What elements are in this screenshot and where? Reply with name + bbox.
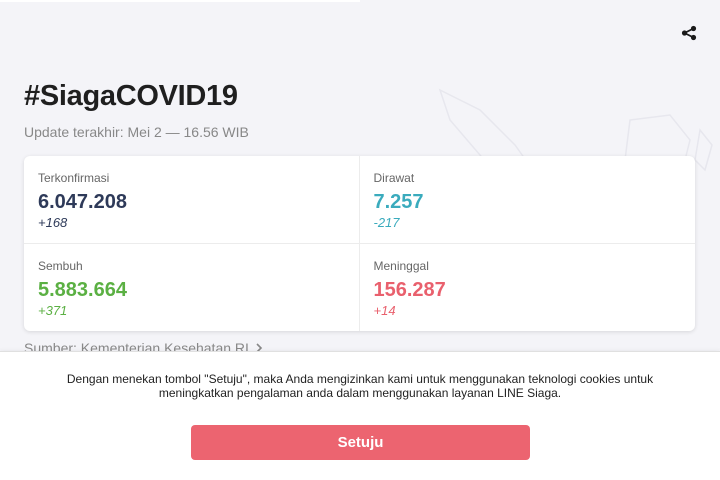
top-strip: [0, 0, 360, 2]
last-updated-text: Update terakhir: Mei 2 — 16.56 WIB: [24, 124, 249, 140]
page-title: #SiagaCOVID19: [24, 80, 238, 112]
stat-value: 5.883.664: [38, 278, 127, 301]
stat-confirmed: Terkonfirmasi 6.047.208 +168: [24, 156, 360, 244]
agree-button[interactable]: Setuju: [191, 425, 530, 460]
stat-label: Sembuh: [38, 258, 83, 273]
stat-delta: +168: [38, 215, 68, 230]
stat-value: 156.287: [373, 278, 446, 301]
share-icon: [681, 25, 697, 41]
stat-delta: +371: [38, 302, 68, 318]
stat-value: 6.047.208: [38, 191, 127, 213]
stat-deaths: Meninggal 156.287 +14: [360, 244, 696, 332]
cookie-consent-banner: Dengan menekan tombol "Setuju", maka And…: [0, 351, 720, 480]
stat-treated: Dirawat 7.257 -217: [359, 156, 695, 244]
stat-recovered: Sembuh 5.883.664 +371: [24, 243, 360, 331]
consent-text: Dengan menekan tombol "Setuju", maka And…: [66, 372, 654, 400]
share-button[interactable]: [680, 24, 698, 42]
stat-delta: +14: [373, 302, 396, 318]
stat-label: Dirawat: [373, 171, 415, 185]
stats-card: Terkonfirmasi 6.047.208 +168 Dirawat 7.2…: [24, 156, 695, 331]
stat-label: Terkonfirmasi: [38, 171, 110, 185]
stat-delta: -217: [373, 215, 400, 230]
stat-value: 7.257: [373, 191, 424, 213]
stat-label: Meninggal: [373, 258, 429, 273]
